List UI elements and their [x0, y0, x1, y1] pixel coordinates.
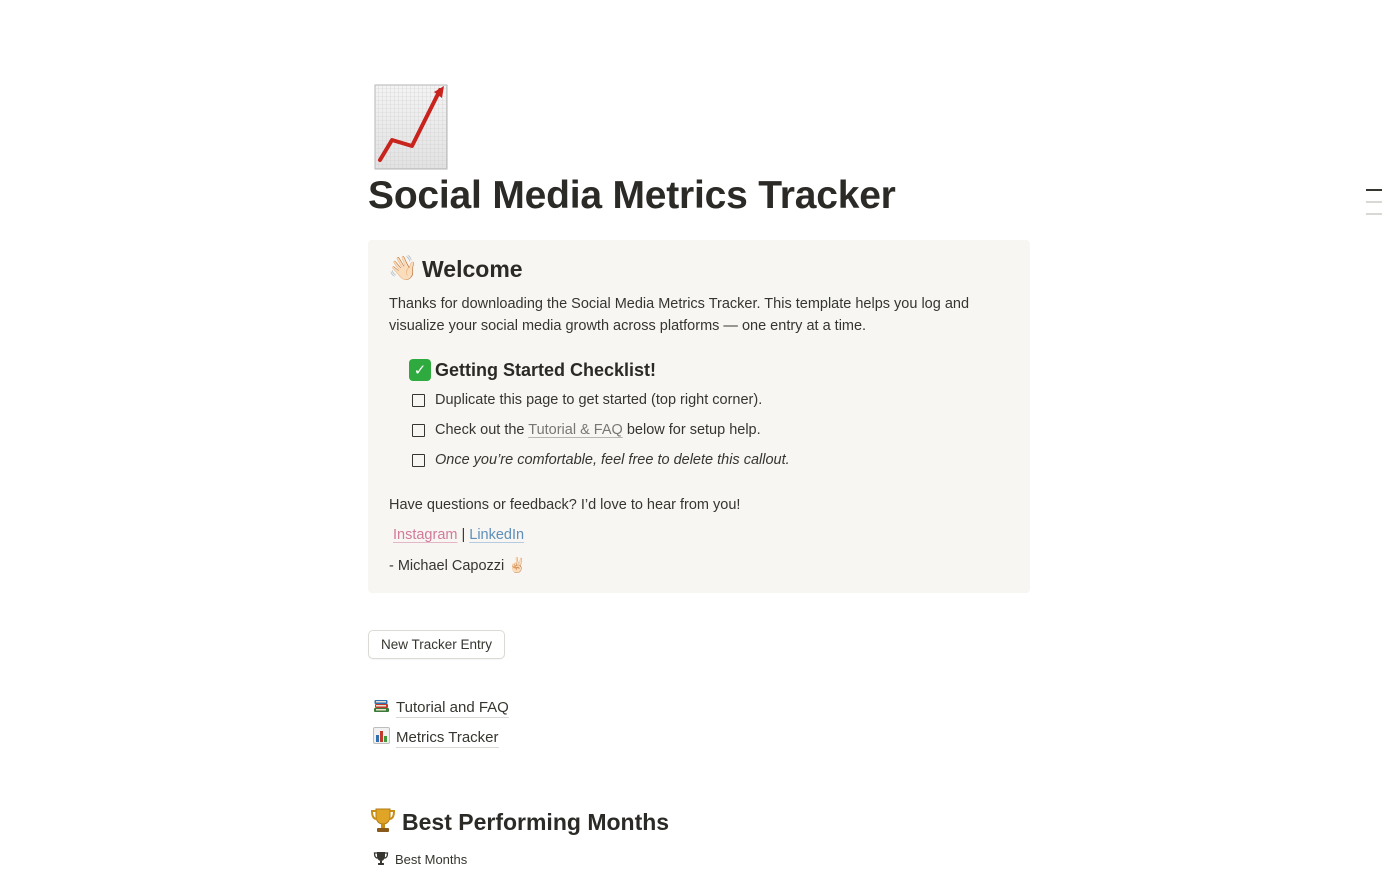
- outline-marker[interactable]: [1366, 201, 1382, 203]
- outline-marker[interactable]: [1366, 189, 1382, 191]
- todo-item-delete-callout: Once you’re comfortable, feel free to de…: [412, 452, 790, 468]
- notion-page: Social Media Metrics Tracker 👋🏻 Welcome …: [0, 0, 1400, 874]
- best-months-label: Best Months: [395, 852, 468, 867]
- best-months-view[interactable]: Best Months: [373, 850, 467, 869]
- callout-intro-text: Thanks for downloading the Social Media …: [389, 296, 970, 334]
- best-performing-months-heading: Best Performing Months: [370, 806, 669, 839]
- checklist-heading: ✓ Getting Started Checklist!: [409, 359, 656, 381]
- chart-increasing-icon[interactable]: [374, 84, 448, 170]
- page-link-label: Metrics Tracker: [396, 729, 499, 748]
- page-link-metrics-tracker[interactable]: Metrics Tracker: [373, 727, 499, 749]
- social-links: Instagram | LinkedIn: [393, 527, 524, 543]
- todo-checkbox[interactable]: [412, 393, 425, 407]
- check-mark-button-icon: ✓: [409, 359, 431, 381]
- page-outline-toc[interactable]: [1366, 189, 1382, 225]
- todo-checkbox[interactable]: [412, 453, 425, 467]
- section-heading-text: Best Performing Months: [402, 809, 670, 835]
- feedback-text: Have questions or feedback? I’d love to …: [389, 497, 741, 513]
- todo-item-text: Once you’re comfortable, feel free to de…: [435, 452, 790, 468]
- callout-heading: 👋🏻 Welcome: [388, 254, 523, 284]
- todo-checkbox[interactable]: [412, 423, 425, 437]
- tutorial-faq-link[interactable]: Tutorial & FAQ: [528, 422, 623, 438]
- bar-chart-icon: [373, 727, 390, 749]
- instagram-link[interactable]: Instagram: [393, 527, 457, 543]
- todo-item-duplicate: Duplicate this page to get started (top …: [412, 392, 762, 408]
- new-tracker-entry-button[interactable]: New Tracker Entry: [368, 630, 506, 659]
- page-title[interactable]: Social Media Metrics Tracker: [368, 174, 896, 218]
- outline-marker[interactable]: [1366, 213, 1382, 215]
- todo-text-before: Check out the: [435, 422, 529, 438]
- page-link-tutorial-faq[interactable]: Tutorial and FAQ: [373, 697, 509, 719]
- todo-item-text: Duplicate this page to get started (top …: [435, 392, 763, 408]
- page-link-label: Tutorial and FAQ: [396, 699, 509, 718]
- waving-hand-icon: 👋🏻: [388, 255, 418, 282]
- trophy-icon: [373, 850, 389, 869]
- todo-item-text: Check out the Tutorial & FAQ below for s…: [435, 422, 761, 438]
- link-separator: |: [461, 527, 466, 543]
- books-icon: [373, 697, 390, 719]
- trophy-icon: [370, 806, 396, 839]
- checklist-heading-text: Getting Started Checklist!: [435, 359, 657, 380]
- callout-heading-text: Welcome: [422, 255, 523, 282]
- todo-text-after: below for setup help.: [622, 422, 761, 438]
- todo-item-tutorial: Check out the Tutorial & FAQ below for s…: [412, 422, 761, 438]
- linkedin-link[interactable]: LinkedIn: [469, 527, 524, 543]
- signature: - Michael Capozzi ✌🏻: [389, 558, 527, 574]
